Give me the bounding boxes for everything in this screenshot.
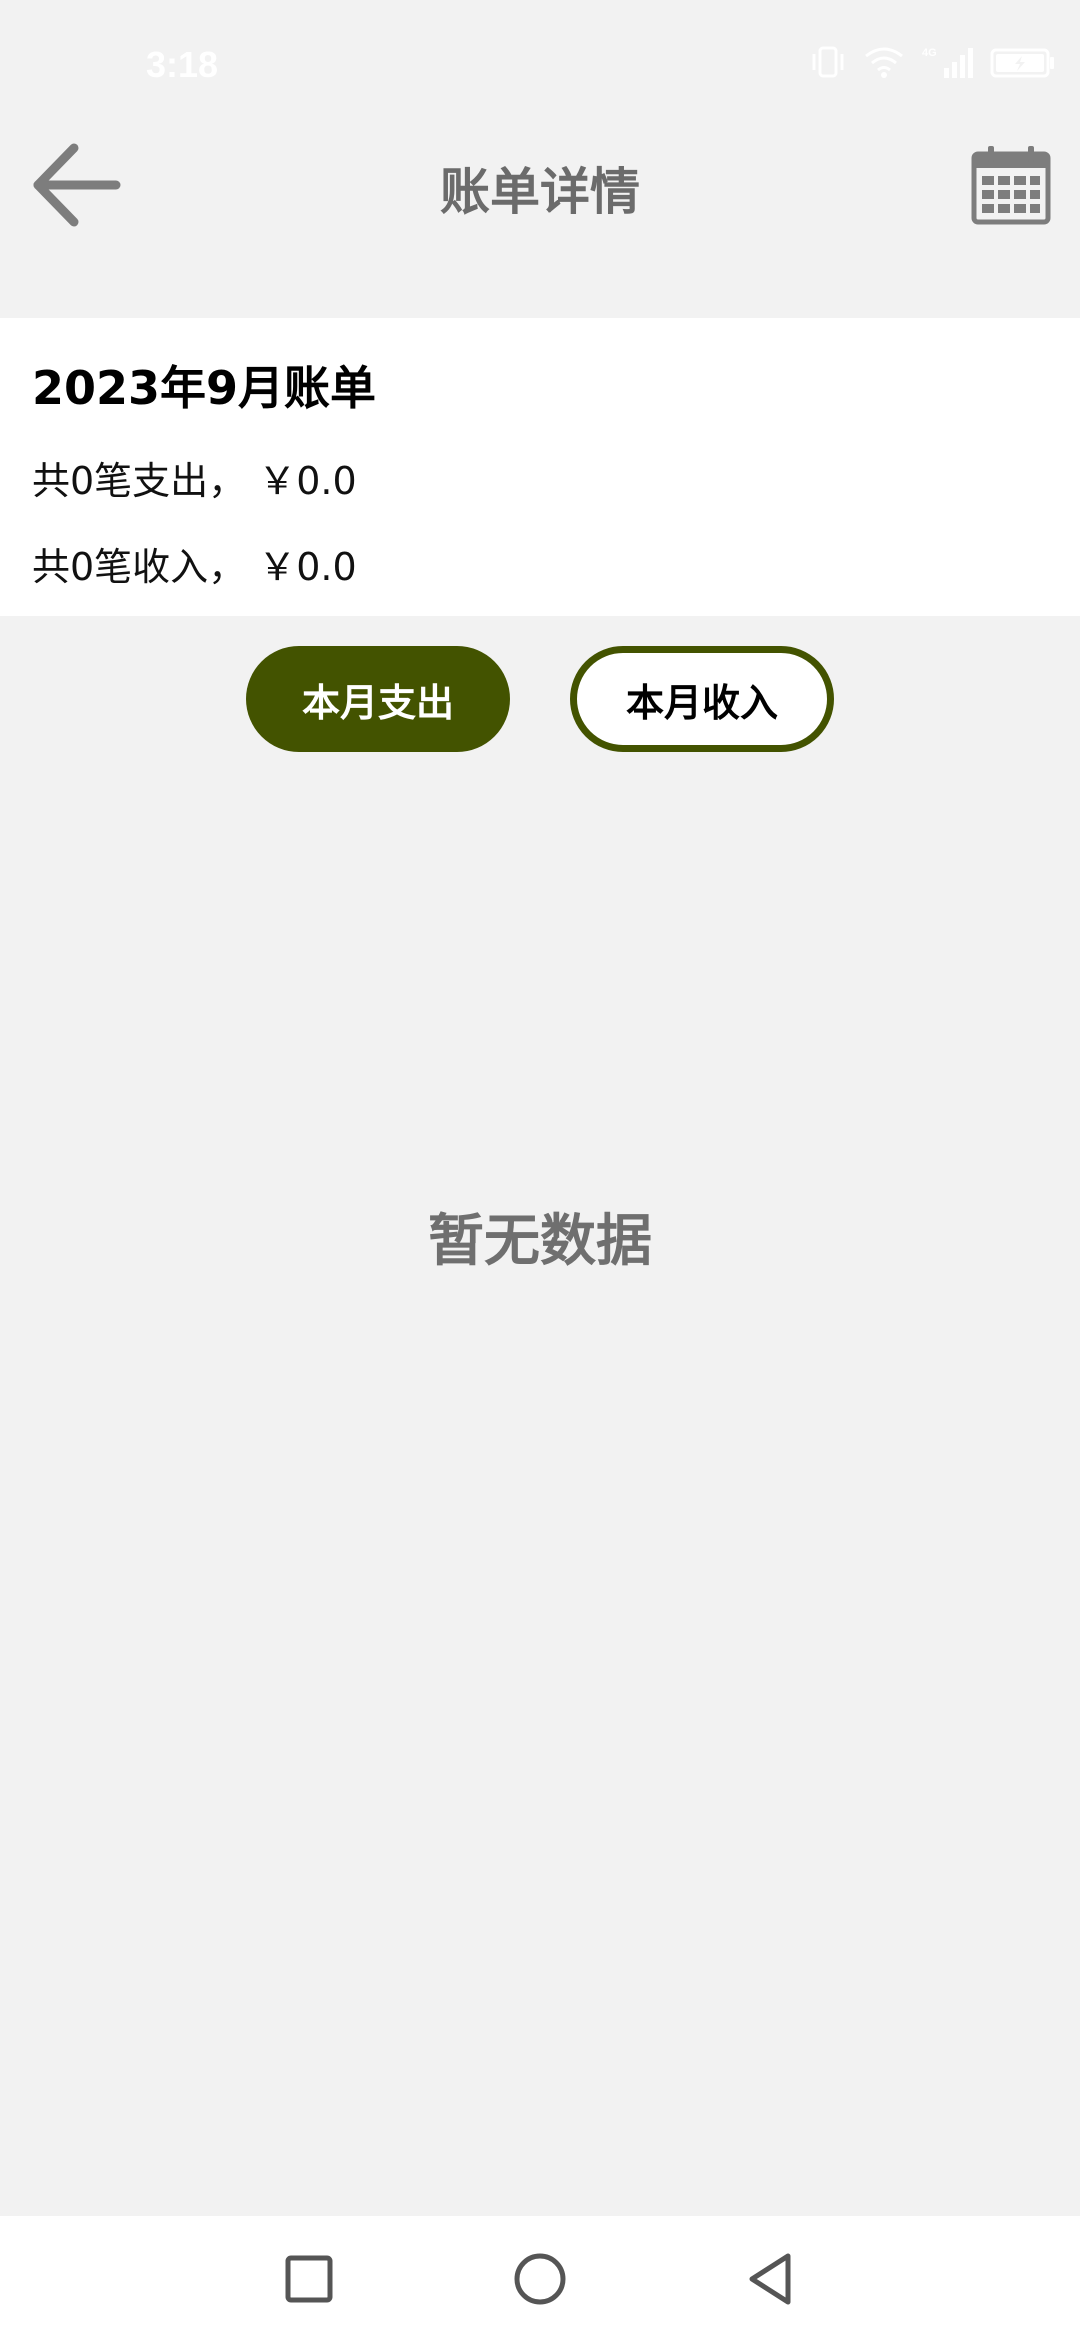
app-bar: 账单详情 xyxy=(0,130,1080,320)
recents-square-icon xyxy=(285,2255,333,2303)
bill-summary-card: 2023年9月账单 共0笔支出， ￥0.0 共0笔收入， ￥0.0 xyxy=(0,318,1080,616)
network-type-label: 4G xyxy=(922,47,937,59)
calendar-button[interactable] xyxy=(966,140,1056,230)
wifi-icon xyxy=(862,44,906,80)
cellular-signal-icon: 4G xyxy=(920,44,976,80)
expense-summary: 共0笔支出， ￥0.0 xyxy=(32,459,357,503)
back-triangle-icon xyxy=(749,2253,791,2305)
home-circle-icon xyxy=(514,2253,566,2305)
monthly-income-button[interactable]: 本月收入 xyxy=(570,646,834,752)
vibrate-icon xyxy=(808,44,848,80)
status-icons: 4G xyxy=(808,44,1056,80)
summary-title: 2023年9月账单 xyxy=(32,361,377,415)
battery-charging-icon xyxy=(990,44,1056,80)
empty-state-text: 暂无数据 xyxy=(428,1209,652,1274)
home-button[interactable] xyxy=(505,2244,575,2314)
page-title: 账单详情 xyxy=(440,163,640,221)
income-summary: 共0笔收入， ￥0.0 xyxy=(32,545,357,589)
status-bar: 3:18 4G xyxy=(0,0,1080,130)
system-back-button[interactable] xyxy=(736,2244,806,2314)
system-nav-bar xyxy=(0,2216,1080,2340)
calendar-icon xyxy=(971,146,1051,225)
status-time: 3:18 xyxy=(146,44,219,85)
toggle-row: 本月支出 本月收入 xyxy=(0,646,1080,754)
monthly-expense-button[interactable]: 本月支出 xyxy=(246,646,510,752)
recents-button[interactable] xyxy=(274,2244,344,2314)
